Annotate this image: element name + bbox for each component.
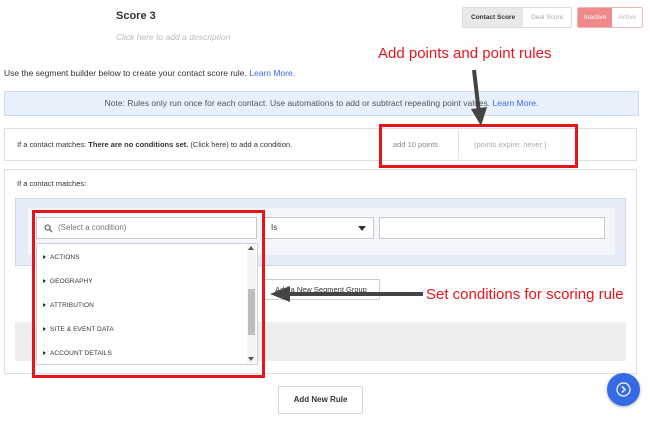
score-type-toggle: Contact Score Deal Score bbox=[462, 7, 573, 28]
rule-prefix: If a contact matches: bbox=[17, 140, 87, 149]
note-bar: Note: Rules only run once for each conta… bbox=[4, 91, 639, 116]
rule-conditions-status: There are no conditions set. bbox=[88, 140, 189, 149]
intro-body: Use the segment builder below to create … bbox=[4, 68, 247, 78]
inactive-option[interactable]: Inactive bbox=[578, 8, 613, 27]
chevron-right-icon bbox=[616, 382, 631, 397]
add-segment-group-button[interactable]: Add a New Segment Group bbox=[262, 279, 380, 300]
condition-value-input[interactable] bbox=[379, 217, 605, 239]
conditions-highlight-box bbox=[32, 210, 265, 378]
score-title: Score 3 bbox=[116, 10, 156, 22]
help-fab[interactable] bbox=[607, 373, 640, 406]
intro-learn-more-link[interactable]: Learn More. bbox=[249, 68, 295, 78]
note-learn-more-link[interactable]: Learn More. bbox=[493, 98, 539, 108]
contact-score-option[interactable]: Contact Score bbox=[463, 8, 524, 27]
active-option[interactable]: Active bbox=[612, 8, 643, 27]
intro-text: Use the segment builder below to create … bbox=[4, 68, 295, 78]
rule-summary-text[interactable]: If a contact matches: There are no condi… bbox=[17, 140, 292, 149]
rule-click-here[interactable]: (Click here) to add a condition. bbox=[190, 140, 292, 149]
annotation-set-conditions: Set conditions for scoring rule bbox=[426, 286, 624, 303]
annotation-add-points: Add points and point rules bbox=[378, 45, 552, 62]
points-highlight-box bbox=[379, 124, 578, 168]
deal-score-option[interactable]: Deal Score bbox=[523, 8, 572, 27]
status-toggle: Inactive Active bbox=[577, 7, 644, 28]
conditions-label: If a contact matches: bbox=[17, 179, 87, 188]
note-text: Note: Rules only run once for each conta… bbox=[104, 98, 491, 108]
description-placeholder[interactable]: Click here to add a description bbox=[116, 32, 230, 42]
caret-down-icon bbox=[358, 226, 366, 231]
add-new-rule-button[interactable]: Add New Rule bbox=[278, 386, 363, 414]
